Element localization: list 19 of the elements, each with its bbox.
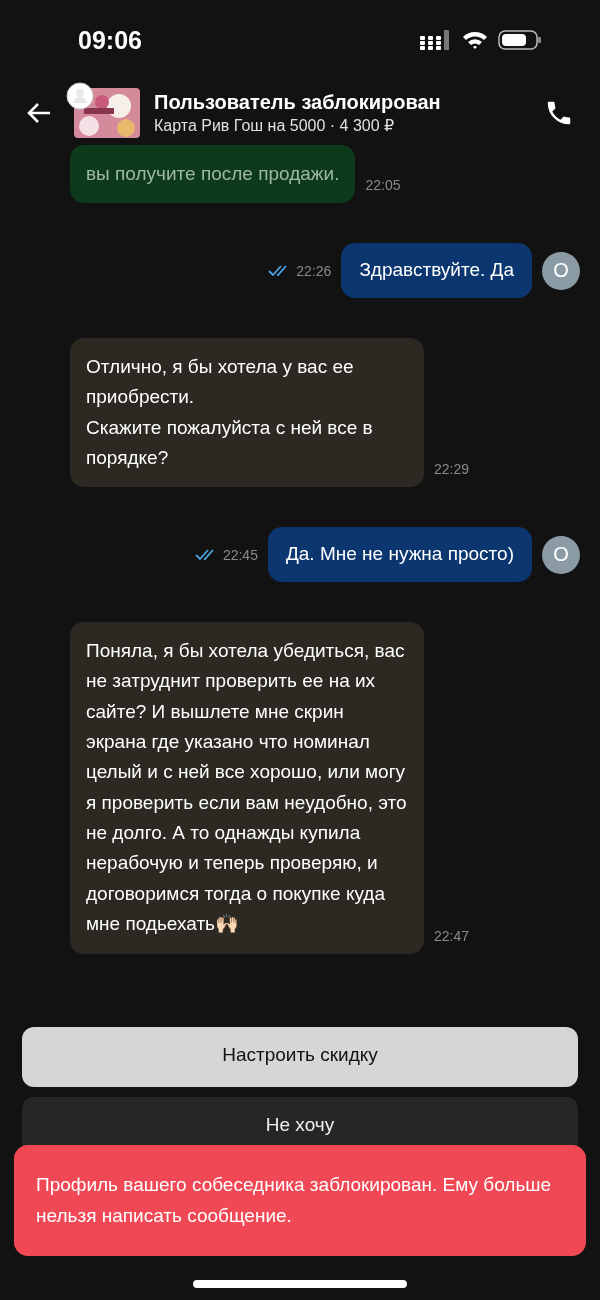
- status-time: 09:06: [78, 25, 142, 55]
- blocked-toast: Профиль вашего собеседника заблокирован. Ему больше нельзя написать сообщение.: [14, 1145, 586, 1256]
- message-bubble: Здравствуйте. Да: [341, 243, 532, 298]
- signal-icon: [420, 30, 452, 50]
- message-time: 22:26: [296, 262, 332, 279]
- message-time: 22:47: [434, 927, 470, 944]
- battery-icon: [498, 29, 542, 51]
- message-time: 22:05: [365, 177, 401, 194]
- message-bubble: Отлично, я бы хотела у вас ее приобрести. Скажите пожалуйста с ней все в порядке?: [70, 337, 424, 488]
- message-time: 22:45: [222, 546, 258, 563]
- chat-title: Пользователь заблокирован: [154, 90, 442, 114]
- message-bubble: Да. Мне не нужна просто): [267, 527, 532, 582]
- wifi-icon: [462, 30, 488, 50]
- action-button[interactable]: Настроить скидку: [22, 1027, 578, 1087]
- avatar-icon: [66, 81, 94, 110]
- listing-subtitle: Карта Рив Гош на 5000 · 4 300 ₽: [154, 115, 396, 135]
- message-bubble: Поняла, я бы хотела убедиться, вас не затруднит проверить ее на их сайте? И вышлете мне скрин экрана где указано что номинал целый и с ней все хорошо, или могу я проверить если вам неудобно, это не долго. А то однажды купила нерабочую и теперь проверяю, и договоримся тогда о покупке куда мне подьехать🙌🏻: [70, 621, 424, 954]
- message-time: 22:29: [434, 461, 470, 478]
- message-bubble: вы получите после продажи.: [70, 145, 356, 204]
